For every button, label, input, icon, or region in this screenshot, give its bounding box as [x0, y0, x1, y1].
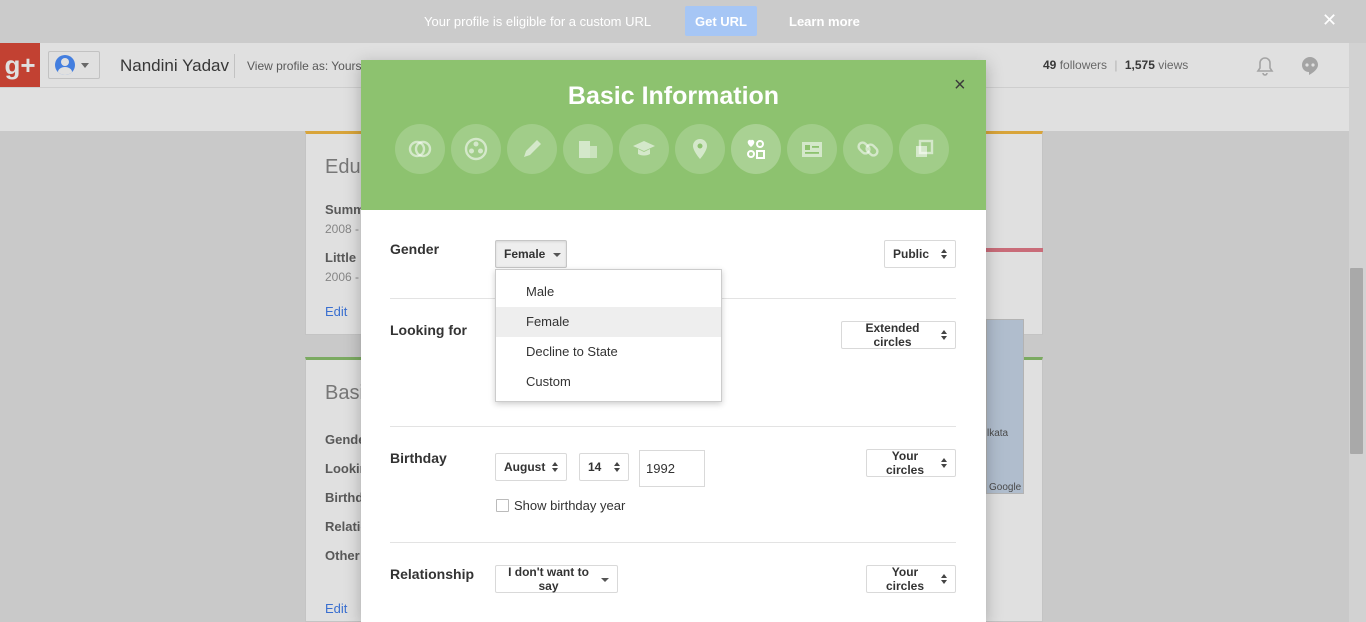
relationship-visibility-value: Your circles — [885, 565, 925, 593]
row-divider — [390, 542, 956, 543]
circles-icon[interactable] — [395, 124, 445, 174]
gender-visibility-select[interactable]: Public — [884, 240, 956, 268]
birthday-month-value: August — [504, 460, 546, 474]
birthday-day-value: 14 — [588, 460, 602, 474]
birthday-year-input[interactable] — [639, 450, 705, 487]
links-icon[interactable] — [843, 124, 893, 174]
gender-select[interactable]: Female — [495, 240, 567, 268]
gender-label: Gender — [390, 241, 440, 257]
gender-visibility-value: Public — [893, 247, 930, 261]
up-down-arrows-icon — [608, 462, 620, 472]
gender-option-female[interactable]: Female — [496, 307, 721, 337]
relationship-select[interactable]: I don't want to say — [495, 565, 618, 593]
birthday-visibility-value: Your circles — [885, 449, 925, 477]
relationship-select-value: I don't want to say — [508, 565, 589, 593]
work-icon[interactable] — [563, 124, 613, 174]
story-icon[interactable] — [507, 124, 557, 174]
looking-for-label: Looking for — [390, 322, 467, 338]
up-down-arrows-icon — [935, 574, 947, 584]
custom-url-notification-bar: Your profile is eligible for a custom UR… — [0, 0, 1366, 43]
birthday-visibility-select[interactable]: Your circles — [866, 449, 956, 477]
gender-option-custom[interactable]: Custom — [496, 367, 721, 397]
gender-option-decline[interactable]: Decline to State — [496, 337, 721, 367]
get-url-button[interactable]: Get URL — [685, 6, 757, 36]
show-birthday-year-checkbox[interactable] — [496, 499, 509, 512]
birthday-month-select[interactable]: August — [495, 453, 567, 481]
photos-icon[interactable] — [451, 124, 501, 174]
looking-for-visibility-select[interactable]: Extended circles — [841, 321, 956, 349]
category-icon-row — [395, 124, 949, 176]
up-down-arrows-icon — [935, 458, 947, 468]
notification-close-icon[interactable]: ✕ — [1322, 10, 1337, 31]
show-birthday-year-label[interactable]: Show birthday year — [514, 498, 625, 513]
contact-info-icon[interactable] — [787, 124, 837, 174]
relationship-label: Relationship — [390, 566, 475, 582]
caret-down-icon — [545, 247, 561, 261]
other-profiles-icon[interactable] — [899, 124, 949, 174]
gender-select-value: Female — [504, 247, 546, 261]
gender-dropdown-menu: Male Female Decline to State Custom — [495, 269, 722, 402]
looking-for-visibility-value: Extended circles — [865, 321, 920, 349]
basic-info-icon[interactable] — [731, 124, 781, 174]
places-icon[interactable] — [675, 124, 725, 174]
up-down-arrows-icon — [546, 462, 558, 472]
basic-information-dialog: Basic Information × Gender Female Public… — [361, 60, 986, 622]
relationship-visibility-select[interactable]: Your circles — [866, 565, 956, 593]
caret-down-icon — [593, 572, 609, 586]
notification-text: Your profile is eligible for a custom UR… — [424, 14, 652, 29]
education-icon[interactable] — [619, 124, 669, 174]
up-down-arrows-icon — [935, 330, 947, 340]
gender-option-male[interactable]: Male — [496, 277, 721, 307]
learn-more-link[interactable]: Learn more — [789, 14, 860, 29]
birthday-day-select[interactable]: 14 — [579, 453, 629, 481]
birthday-label: Birthday — [390, 450, 447, 466]
row-divider — [390, 426, 956, 427]
dialog-title: Basic Information — [567, 82, 780, 110]
up-down-arrows-icon — [935, 249, 947, 259]
dialog-close-icon[interactable]: × — [954, 74, 966, 97]
dialog-header: Basic Information × — [361, 60, 986, 210]
